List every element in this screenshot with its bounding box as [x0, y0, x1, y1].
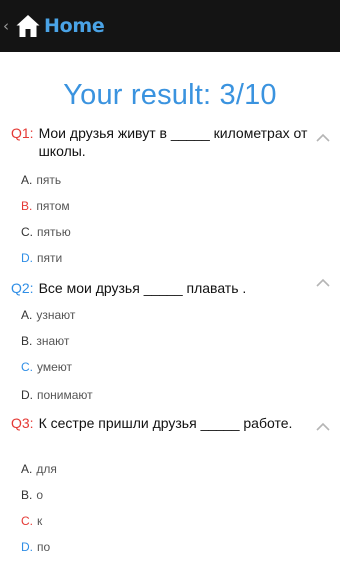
- option-letter: D.: [21, 540, 33, 554]
- option-q1-b[interactable]: B. пятом: [21, 197, 70, 215]
- option-text: умеют: [37, 360, 73, 374]
- option-letter: A.: [21, 462, 33, 476]
- option-letter: A.: [21, 173, 33, 187]
- option-letter: C.: [21, 514, 33, 528]
- app-bar: ‹ Home: [0, 0, 340, 52]
- option-text: к: [37, 514, 43, 528]
- question-3: Q3: К сестре пришли друзья _____ работе.: [11, 414, 311, 432]
- option-letter: B.: [21, 199, 33, 213]
- option-letter: C.: [21, 225, 33, 239]
- option-text: узнают: [36, 308, 76, 322]
- option-letter: D.: [21, 251, 33, 265]
- question-3-text: К сестре пришли друзья _____ работе.: [38, 415, 293, 431]
- chevron-up-icon[interactable]: [316, 278, 330, 288]
- option-text: о: [36, 488, 44, 502]
- question-1-text: Мои друзья живут в _____ километрах от ш…: [38, 125, 312, 159]
- home-icon[interactable]: [15, 13, 41, 39]
- question-2: Q2: Все мои друзья _____ плавать .: [11, 279, 311, 297]
- question-1: Q1: Мои друзья живут в _____ километрах …: [11, 124, 311, 160]
- option-text: пять: [36, 173, 62, 187]
- option-q3-a[interactable]: A. для: [21, 460, 57, 478]
- back-chevron-icon[interactable]: ‹: [3, 17, 13, 35]
- option-text: для: [36, 462, 57, 476]
- option-letter: B.: [21, 488, 33, 502]
- option-text: понимают: [37, 388, 93, 402]
- option-letter: D.: [21, 388, 33, 402]
- option-q1-d[interactable]: D. пяти: [21, 249, 62, 267]
- question-1-label: Q1:: [11, 125, 34, 141]
- question-2-text: Все мои друзья _____ плавать .: [38, 280, 247, 296]
- option-q1-c[interactable]: C. пятью: [21, 223, 71, 241]
- option-q3-c[interactable]: C. к: [21, 512, 42, 530]
- results-content: Your result: 3/10 Q1: Мои друзья живут в…: [0, 52, 340, 567]
- option-text: пятью: [37, 225, 71, 239]
- option-q3-d[interactable]: D. по: [21, 538, 50, 556]
- option-q2-d[interactable]: D. понимают: [21, 386, 93, 404]
- option-text: пяти: [37, 251, 63, 265]
- option-text: знают: [36, 334, 70, 348]
- option-letter: A.: [21, 308, 33, 322]
- chevron-up-icon[interactable]: [316, 422, 330, 432]
- chevron-up-icon[interactable]: [316, 133, 330, 143]
- option-text: по: [37, 540, 51, 554]
- option-q1-a[interactable]: A. пять: [21, 171, 61, 189]
- home-title[interactable]: Home: [44, 15, 105, 37]
- option-q2-c[interactable]: C. умеют: [21, 358, 72, 376]
- option-q3-b[interactable]: B. о: [21, 486, 43, 504]
- question-3-label: Q3:: [11, 415, 34, 431]
- result-score: Your result: 3/10: [63, 79, 277, 111]
- option-letter: C.: [21, 360, 33, 374]
- question-2-label: Q2:: [11, 280, 34, 296]
- option-letter: B.: [21, 334, 33, 348]
- option-q2-a[interactable]: A. узнают: [21, 306, 75, 324]
- option-text: пятом: [36, 199, 70, 213]
- option-q2-b[interactable]: B. знают: [21, 332, 69, 350]
